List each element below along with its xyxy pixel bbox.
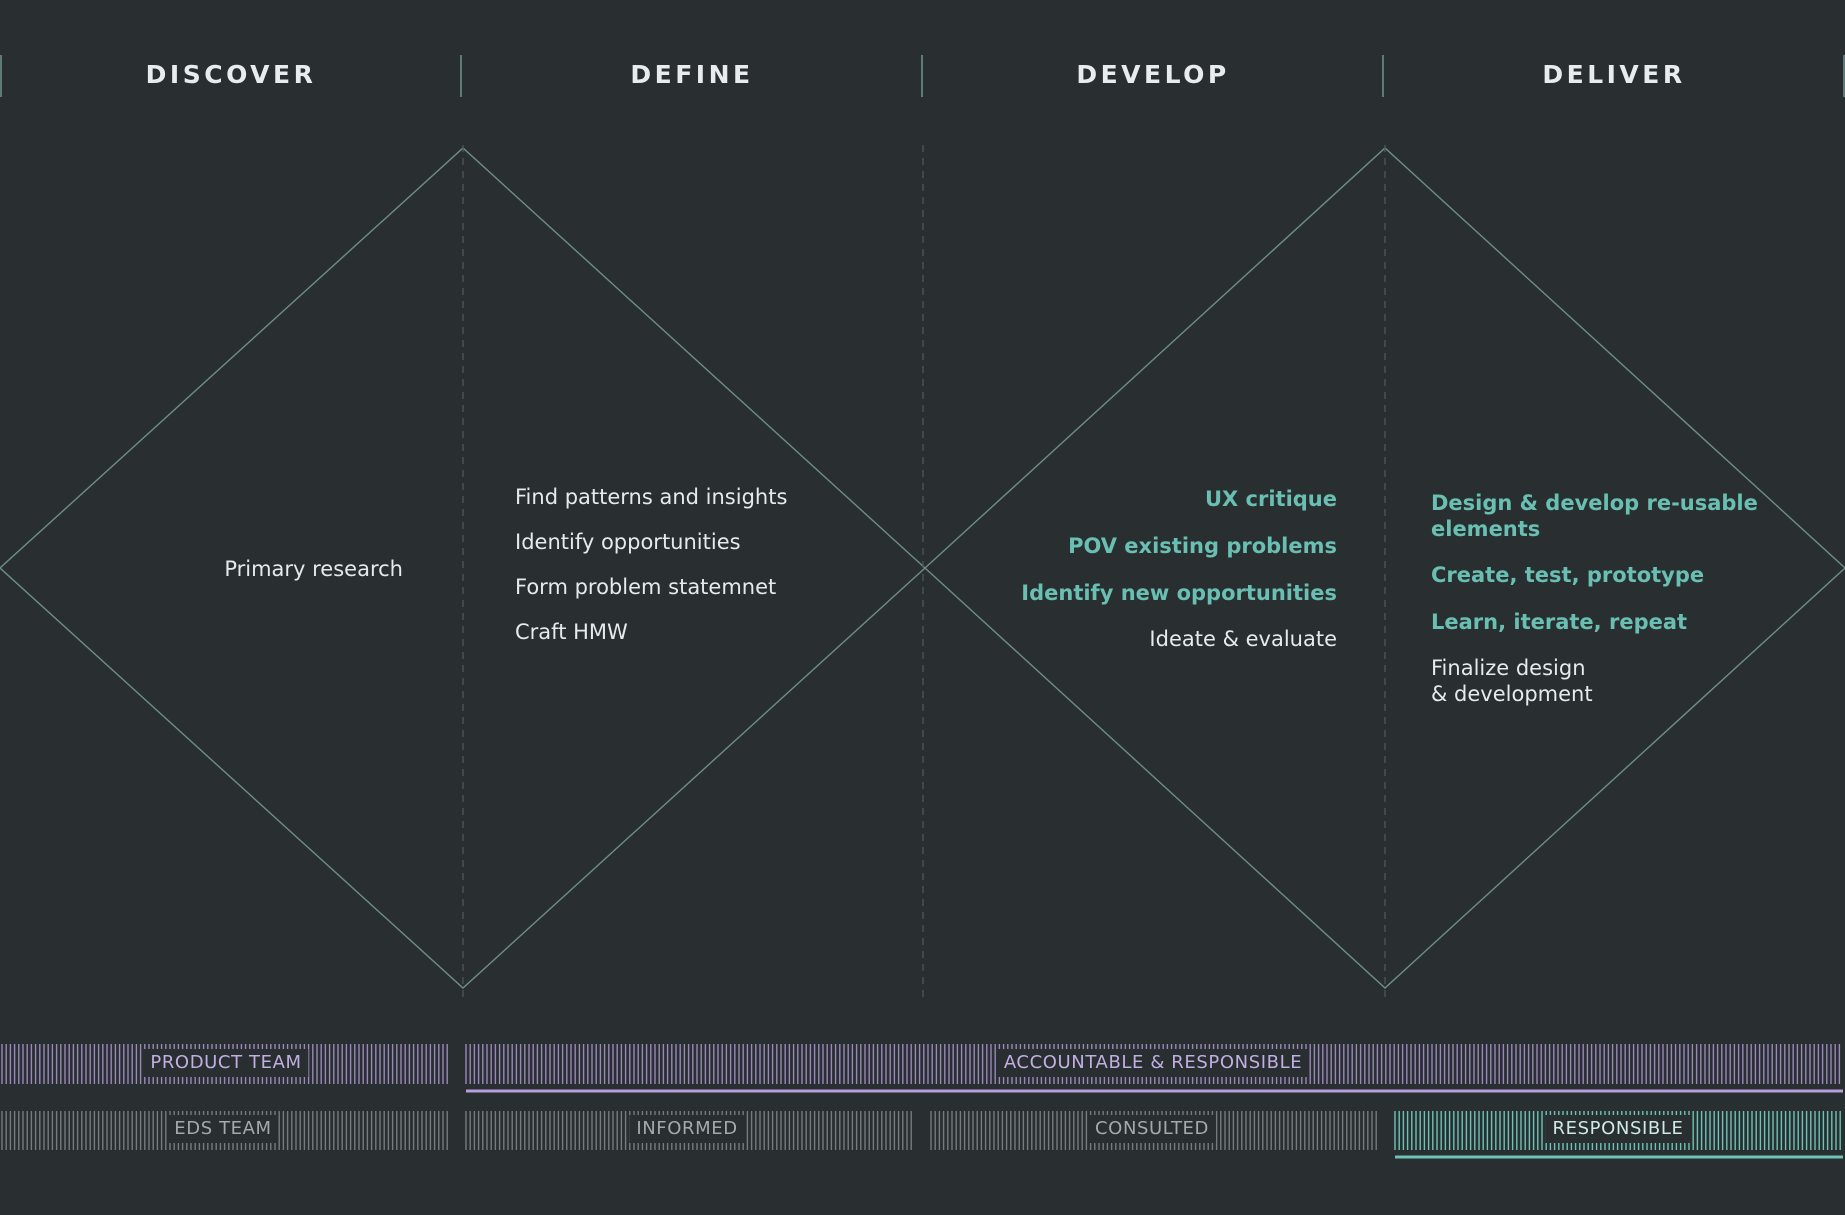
phase-separator xyxy=(460,55,462,97)
phase-separator xyxy=(1382,55,1384,97)
phase-separator xyxy=(921,55,923,97)
phase-develop-heading: DEVELOP xyxy=(1076,60,1230,89)
develop-item: POV existing problems xyxy=(1068,534,1337,558)
deliver-item: Learn, iterate, repeat xyxy=(1431,610,1688,634)
develop-item: UX critique xyxy=(1204,487,1337,511)
define-item: Find patterns and insights xyxy=(515,485,788,509)
define-item: Identify opportunities xyxy=(515,530,741,554)
deliver-item: Finalize design & development xyxy=(1431,656,1593,706)
accountable-responsible-label: ACCOUNTABLE & RESPONSIBLE xyxy=(996,1049,1310,1077)
consulted-label: CONSULTED xyxy=(1088,1115,1216,1143)
double-diamond-diagram xyxy=(0,145,1845,1159)
informed-label: INFORMED xyxy=(629,1115,745,1143)
define-item: Craft HMW xyxy=(515,620,628,644)
discover-item-primary-research: Primary research xyxy=(224,557,403,581)
phase-discover-heading: DISCOVER xyxy=(145,60,317,89)
develop-item: Ideate & evaluate xyxy=(1149,627,1337,651)
phase-deliver-heading: DELIVER xyxy=(1542,60,1686,89)
phase-separator xyxy=(0,55,2,97)
responsible-label: RESPONSIBLE xyxy=(1545,1115,1691,1143)
deliver-item: Design & develop re-usable elements xyxy=(1431,491,1758,541)
eds-team-label: EDS TEAM xyxy=(167,1115,279,1143)
product-team-label: PRODUCT TEAM xyxy=(143,1049,309,1077)
phase-define-heading: DEFINE xyxy=(630,60,754,89)
develop-item: Identify new opportunities xyxy=(1021,581,1337,605)
define-item: Form problem statemnet xyxy=(515,575,777,599)
deliver-item: Create, test, prototype xyxy=(1431,563,1705,587)
